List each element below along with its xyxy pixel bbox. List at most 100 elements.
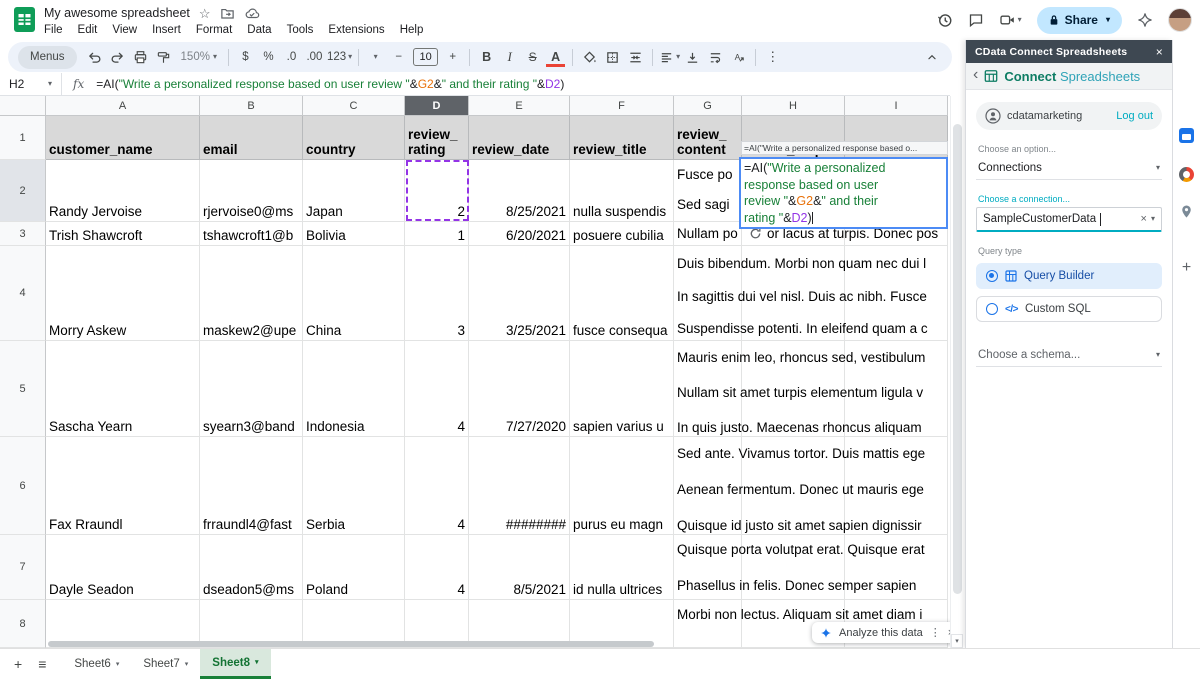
text-rotation-icon[interactable]: A xyxy=(728,45,749,69)
sheet-tab-sheet7[interactable]: Sheet7▾ xyxy=(131,649,200,679)
cell-F1[interactable]: review_title xyxy=(570,116,674,160)
vertical-scrollbar[interactable]: ▾ xyxy=(950,96,963,648)
cell-D4[interactable]: 3 xyxy=(405,246,469,341)
connections-dropdown[interactable]: Connections ▾ xyxy=(976,157,1162,180)
cell-H6[interactable] xyxy=(742,437,845,535)
paint-format-icon[interactable] xyxy=(153,45,174,69)
cell-G3[interactable] xyxy=(674,222,742,246)
cell-G5[interactable] xyxy=(674,341,742,437)
query-builder-option[interactable]: Query Builder xyxy=(976,263,1162,289)
cell-F6[interactable]: purus eu magn xyxy=(570,437,674,535)
meet-icon[interactable]: ▾ xyxy=(999,13,1022,27)
fill-color-icon[interactable] xyxy=(579,45,600,69)
cell-D7[interactable]: 4 xyxy=(405,535,469,600)
clear-icon[interactable]: × xyxy=(1141,213,1147,225)
cell-I7[interactable] xyxy=(845,535,948,600)
cell-I4[interactable] xyxy=(845,246,948,341)
font-size-input[interactable]: 10 xyxy=(413,48,438,66)
cell-E7[interactable]: 8/5/2021 xyxy=(469,535,570,600)
number-format-button[interactable]: 123▾ xyxy=(327,45,352,69)
undo-icon[interactable] xyxy=(84,45,105,69)
cell-E1[interactable]: review_date xyxy=(469,116,570,160)
column-header-B[interactable]: B xyxy=(200,96,303,116)
cell-B3[interactable]: tshawcroft1@b xyxy=(200,222,303,246)
comments-icon[interactable] xyxy=(968,12,984,28)
cell-F3[interactable]: posuere cubilia xyxy=(570,222,674,246)
column-header-D[interactable]: D xyxy=(405,96,469,116)
vertical-scrollbar-thumb[interactable] xyxy=(953,124,962,594)
menu-file[interactable]: File xyxy=(44,24,63,36)
addon-ring-icon[interactable] xyxy=(1179,167,1194,182)
menu-tools[interactable]: Tools xyxy=(287,24,314,36)
cell-A5[interactable]: Sascha Yearn xyxy=(46,341,200,437)
back-icon[interactable]: ‹ xyxy=(973,66,978,84)
cell-E3[interactable]: 6/20/2021 xyxy=(469,222,570,246)
cell-B2[interactable]: rjervoise0@ms xyxy=(200,160,303,222)
spreadsheet-grid[interactable]: =AI("Write a personalized response based… xyxy=(0,96,950,648)
font-family-dropdown[interactable]: ▾ xyxy=(365,45,386,69)
name-box[interactable]: H2 ▾ xyxy=(0,73,62,95)
gemini-icon[interactable] xyxy=(1137,12,1153,28)
cell-G7[interactable] xyxy=(674,535,742,600)
cell-H5[interactable] xyxy=(742,341,845,437)
analyze-data-chip[interactable]: Analyze this data ⋮ × xyxy=(812,622,950,643)
row-header-5[interactable]: 5 xyxy=(0,341,46,437)
all-sheets-icon[interactable]: ≡ xyxy=(38,656,46,672)
text-color-button[interactable]: A xyxy=(545,45,566,69)
row-header-8[interactable]: 8 xyxy=(0,600,46,648)
print-icon[interactable] xyxy=(130,45,151,69)
cell-E6[interactable]: ######## xyxy=(469,437,570,535)
strikethrough-button[interactable]: S xyxy=(522,45,543,69)
avatar[interactable] xyxy=(1168,8,1192,32)
cell-D5[interactable]: 4 xyxy=(405,341,469,437)
horizontal-scrollbar-thumb[interactable] xyxy=(48,641,654,647)
column-header-C[interactable]: C xyxy=(303,96,405,116)
menu-data[interactable]: Data xyxy=(247,24,271,36)
cell-F7[interactable]: id nulla ultrices xyxy=(570,535,674,600)
cell-C3[interactable]: Bolivia xyxy=(303,222,405,246)
cell-D3[interactable]: 1 xyxy=(405,222,469,246)
row-header-2[interactable]: 2 xyxy=(0,160,46,222)
cell-E2[interactable]: 8/25/2021 xyxy=(469,160,570,222)
cell-A6[interactable]: Fax Rraundl xyxy=(46,437,200,535)
scroll-down-icon[interactable]: ▾ xyxy=(951,634,963,648)
increase-decimal-button[interactable]: .00 xyxy=(304,45,325,69)
decrease-font-size-button[interactable]: − xyxy=(388,45,409,69)
close-icon[interactable]: × xyxy=(1156,45,1163,59)
cell-B7[interactable]: dseadon5@ms xyxy=(200,535,303,600)
cell-B4[interactable]: maskew2@upe xyxy=(200,246,303,341)
row-header-3[interactable]: 3 xyxy=(0,222,46,246)
document-title[interactable]: My awesome spreadsheet xyxy=(44,6,190,20)
column-header-E[interactable]: E xyxy=(469,96,570,116)
menu-edit[interactable]: Edit xyxy=(78,24,98,36)
cell-C6[interactable]: Serbia xyxy=(303,437,405,535)
connection-input[interactable]: SampleCustomerData × ▾ xyxy=(976,207,1162,232)
text-wrap-icon[interactable] xyxy=(705,45,726,69)
cell-C5[interactable]: Indonesia xyxy=(303,341,405,437)
cell-F4[interactable]: fusce consequa xyxy=(570,246,674,341)
zoom-select[interactable]: 150%▾ xyxy=(176,51,222,63)
horizontal-align-icon[interactable]: ▾ xyxy=(659,45,680,69)
logout-link[interactable]: Log out xyxy=(1116,110,1153,122)
custom-sql-option[interactable]: </> Custom SQL xyxy=(976,296,1162,322)
cell-B6[interactable]: frraundl4@fast xyxy=(200,437,303,535)
grid-corner[interactable] xyxy=(0,96,46,116)
collapse-toolbar-icon[interactable] xyxy=(921,45,942,69)
merge-cells-icon[interactable] xyxy=(625,45,646,69)
schema-dropdown[interactable]: Choose a schema... ▾ xyxy=(976,344,1162,367)
cell-G2[interactable] xyxy=(674,160,742,222)
column-header-G[interactable]: G xyxy=(674,96,742,116)
menu-insert[interactable]: Insert xyxy=(152,24,181,36)
cell-E4[interactable]: 3/25/2021 xyxy=(469,246,570,341)
sheet-tab-sheet8[interactable]: Sheet8▾ xyxy=(200,649,270,679)
cell-H7[interactable] xyxy=(742,535,845,600)
cell-A1[interactable]: customer_name xyxy=(46,116,200,160)
menu-view[interactable]: View xyxy=(112,24,137,36)
column-header-A[interactable]: A xyxy=(46,96,200,116)
cell-F2[interactable]: nulla suspendis xyxy=(570,160,674,222)
share-dropdown-icon[interactable]: ▾ xyxy=(1106,16,1110,24)
row-header-7[interactable]: 7 xyxy=(0,535,46,600)
cell-G6[interactable] xyxy=(674,437,742,535)
cell-C7[interactable]: Poland xyxy=(303,535,405,600)
menu-help[interactable]: Help xyxy=(400,24,424,36)
